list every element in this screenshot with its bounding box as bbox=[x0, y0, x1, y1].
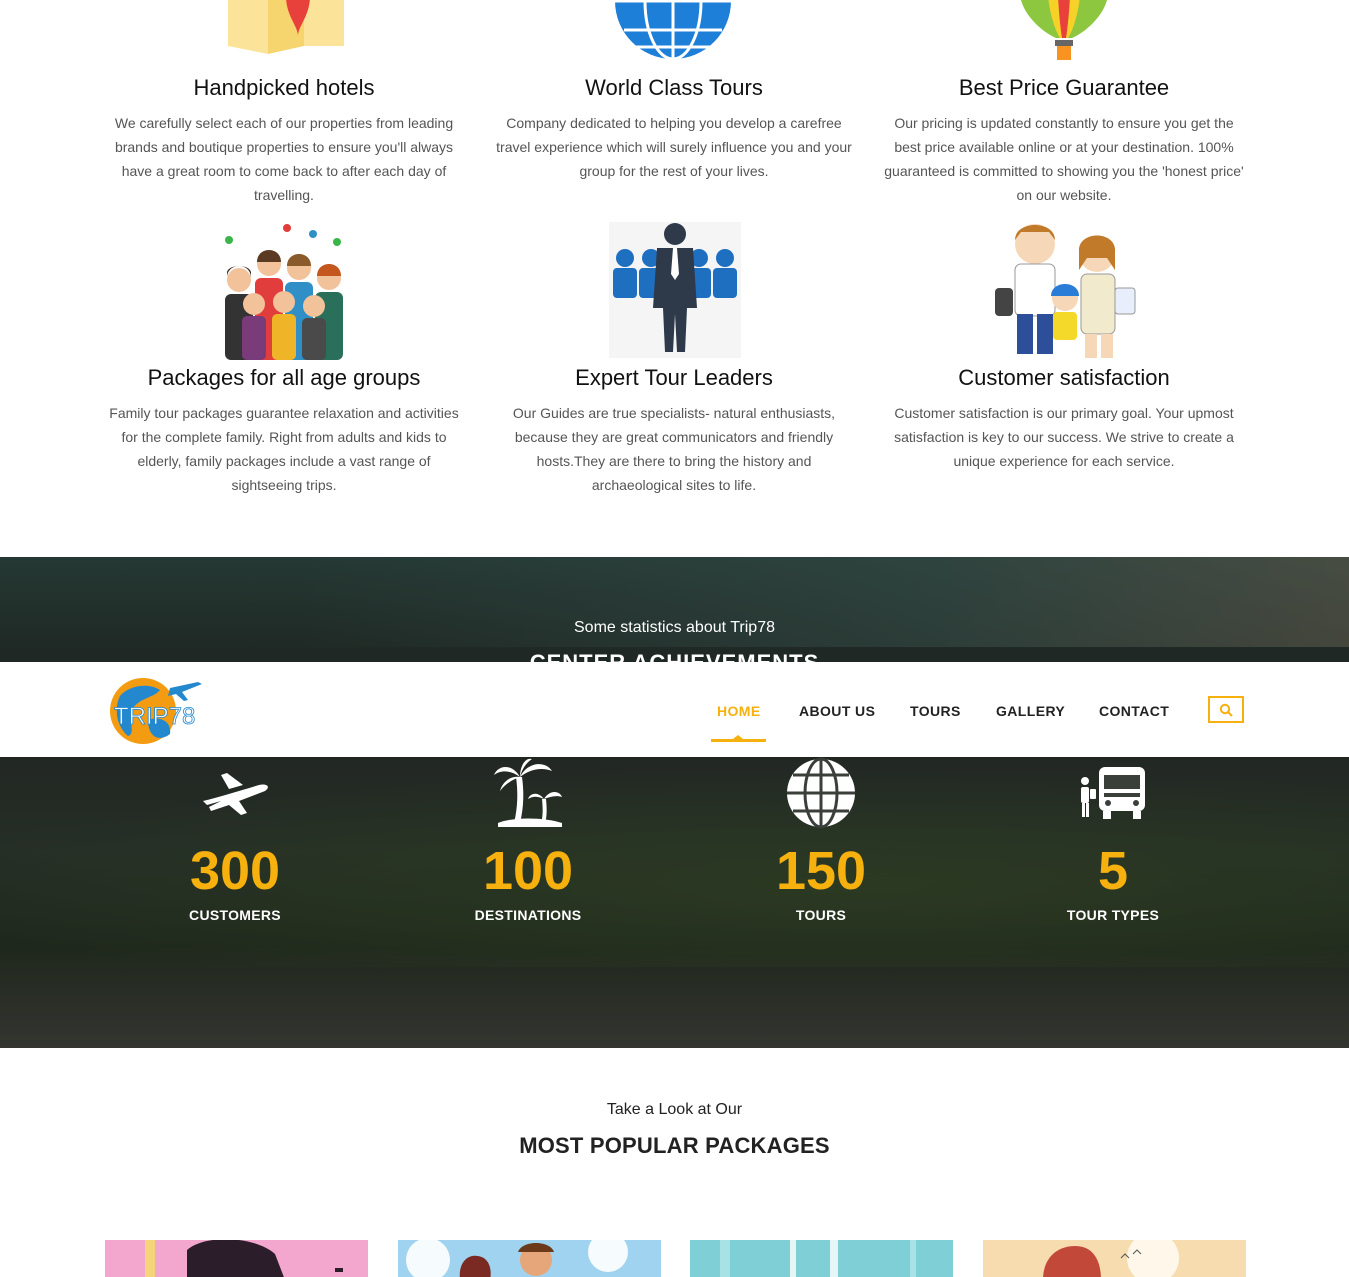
package-image bbox=[1043, 1240, 1179, 1277]
nav-home[interactable]: HOME bbox=[717, 703, 761, 719]
stat-destinations: 100 DESTINATIONS bbox=[428, 757, 628, 923]
stats-subtitle: Some statistics about Trip78 bbox=[574, 619, 775, 636]
stat-label: TOURS bbox=[795, 907, 847, 923]
feature-title: Customer satisfaction bbox=[958, 365, 1170, 390]
main-navbar: TRIP78 HOME ABOUT US TOURS GALLERY CONTA… bbox=[0, 662, 1349, 757]
hot-air-balloon-icon bbox=[1021, 0, 1107, 60]
packages-title: MOST POPULAR PACKAGES bbox=[519, 1133, 830, 1158]
feature-title: Best Price Guarantee bbox=[958, 75, 1170, 100]
package-image bbox=[720, 1240, 916, 1277]
popular-packages-section: Take a Look at Our MOST POPULAR PACKAGES bbox=[0, 1048, 1349, 1277]
package-card[interactable] bbox=[690, 1240, 953, 1277]
features-section: Handpicked hotels We carefully select ea… bbox=[0, 0, 1349, 557]
stat-value: 100 bbox=[482, 841, 574, 901]
group-people-icon bbox=[225, 224, 343, 360]
feature-title: Handpicked hotels bbox=[193, 75, 375, 100]
search-button[interactable] bbox=[1208, 696, 1244, 723]
feature-title: World Class Tours bbox=[585, 75, 763, 100]
globe-icon bbox=[787, 757, 855, 829]
stat-label: TOUR TYPES bbox=[1066, 907, 1160, 923]
feature-text: Our pricing is updated constantly to ens… bbox=[884, 115, 1244, 203]
statistics-section: Some statistics about Trip78 CENTER ACHI… bbox=[0, 557, 1349, 1048]
feature-text: Family tour packages guarantee relaxatio… bbox=[109, 405, 459, 493]
stat-value: 300 bbox=[189, 841, 281, 901]
stat-value: 5 bbox=[1097, 841, 1129, 901]
stat-label: DESTINATIONS bbox=[474, 907, 582, 923]
packages-subtitle: Take a Look at Our bbox=[606, 1101, 743, 1118]
map-pin-icon bbox=[228, 0, 344, 54]
feature-title: Packages for all age groups bbox=[147, 365, 421, 390]
package-image bbox=[145, 1240, 343, 1277]
nav-contact[interactable]: CONTACT bbox=[1099, 703, 1169, 719]
feature-text: Company dedicated to helping you develop… bbox=[496, 115, 852, 179]
stat-tour-types: 5 TOUR TYPES bbox=[1013, 757, 1213, 923]
package-card[interactable] bbox=[398, 1240, 661, 1277]
feature-title: Expert Tour Leaders bbox=[575, 365, 773, 390]
trip78-logo[interactable]: TRIP78 bbox=[108, 676, 208, 746]
stat-tours: 150 TOURS bbox=[721, 757, 921, 923]
feature-text: We carefully select each of our properti… bbox=[114, 115, 454, 203]
nav-active-underline bbox=[711, 739, 766, 742]
package-card[interactable] bbox=[105, 1240, 368, 1277]
airplane-icon bbox=[203, 773, 268, 815]
svg-text:TRIP78: TRIP78 bbox=[114, 703, 195, 730]
nav-gallery[interactable]: GALLERY bbox=[996, 703, 1065, 719]
globe-icon bbox=[615, 0, 731, 60]
family-travellers-icon bbox=[995, 224, 1136, 358]
tour-leader-icon bbox=[609, 222, 741, 358]
bus-icon bbox=[1081, 767, 1145, 819]
stat-value: 150 bbox=[775, 841, 867, 901]
search-icon bbox=[1219, 703, 1233, 717]
feature-text: Our Guides are true specialists- natural… bbox=[512, 405, 836, 493]
palm-tree-icon bbox=[494, 758, 562, 827]
nav-about-us[interactable]: ABOUT US bbox=[799, 703, 875, 719]
stat-label: CUSTOMERS bbox=[189, 907, 281, 923]
feature-text: Customer satisfaction is our primary goa… bbox=[894, 405, 1234, 469]
nav-active-caret bbox=[733, 735, 743, 739]
stat-customers: 300 CUSTOMERS bbox=[135, 757, 335, 923]
package-image bbox=[406, 1240, 628, 1277]
nav-tours[interactable]: TOURS bbox=[910, 703, 961, 719]
package-card[interactable] bbox=[983, 1240, 1246, 1277]
